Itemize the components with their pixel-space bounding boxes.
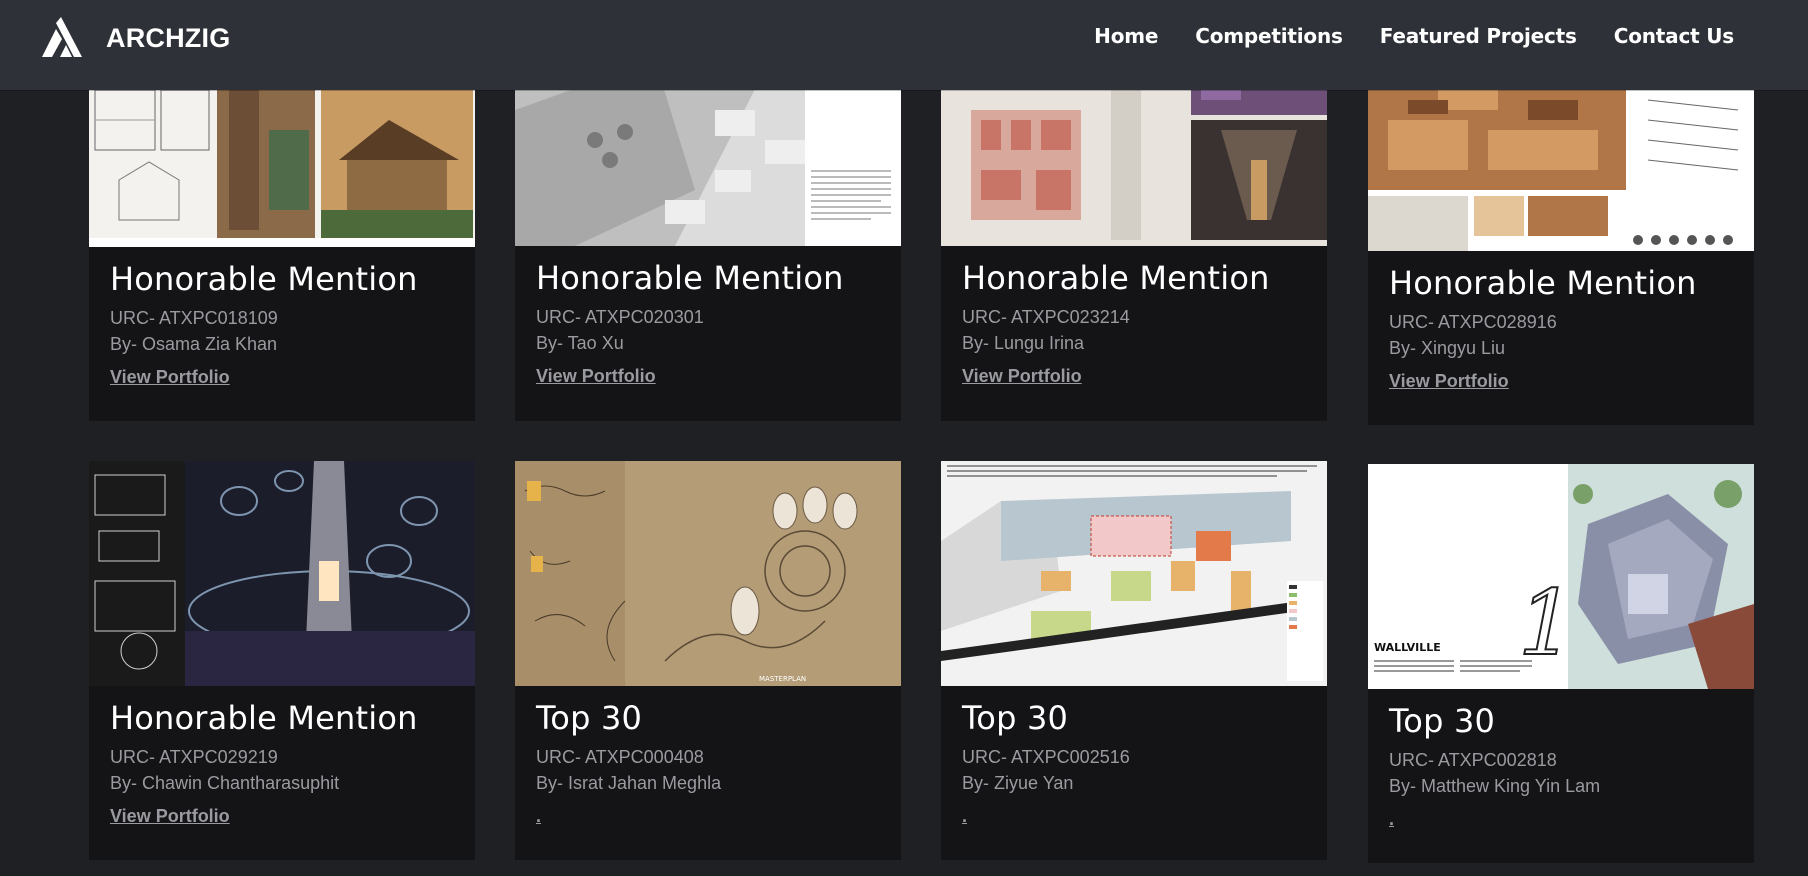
card-author: By- Ziyue Yan [962,773,1074,793]
project-thumbnail[interactable] [941,461,1327,686]
card-rank: Top 30 [1389,702,1496,740]
project-thumbnail[interactable]: MASTERPLAN [515,461,901,686]
view-portfolio-link[interactable]: View Portfolio [110,806,230,827]
project-card: Honorable Mention URC- ATXPC023214 By- L… [941,50,1327,421]
card-urc: URC- ATXPC000408 [536,747,704,767]
card-author: By- Xingyu Liu [1389,338,1506,358]
nav-home[interactable]: Home [1094,24,1158,48]
view-portfolio-link[interactable]: . [1389,809,1394,830]
card-rank: Honorable Mention [110,699,418,737]
card-rank: Honorable Mention [110,260,418,298]
wallville-title: WALLVILLE [1374,641,1441,654]
card-urc: URC- ATXPC023214 [962,307,1130,327]
card-author: By- Osama Zia Khan [110,334,278,354]
project-card: Honorable Mention URC- ATXPC029219 By- C… [89,461,475,860]
view-portfolio-link[interactable]: View Portfolio [1389,371,1509,392]
view-portfolio-link[interactable]: . [962,806,967,827]
project-thumbnail[interactable]: 1. WALLVILLE [1368,464,1754,689]
card-rank: Honorable Mention [962,259,1270,297]
project-thumbnail[interactable] [89,461,475,686]
card-urc: URC- ATXPC002818 [1389,750,1557,770]
card-author: By- Israt Jahan Meghla [536,773,722,793]
project-card: MASTERPLAN Top 30 URC- ATXPC000408 By- I… [515,461,901,860]
project-card: Honorable Mention URC- ATXPC020301 By- T… [515,50,901,421]
card-urc: URC- ATXPC029219 [110,747,278,767]
card-rank: Honorable Mention [536,259,844,297]
card-urc: URC- ATXPC028916 [1389,312,1557,332]
card-author: By- Lungu Irina [962,333,1085,353]
top-navbar: ARCHZIG Home Competitions Featured Proje… [0,0,1808,90]
view-portfolio-link[interactable]: View Portfolio [536,366,656,387]
card-rank: Top 30 [536,699,643,737]
project-card: 1. WALLVILLE Top 30 URC- ATXPC002818 By-… [1368,464,1754,863]
archzig-logo-icon [38,17,84,59]
card-author: By- Matthew King Yin Lam [1389,776,1601,796]
card-urc: URC- ATXPC002516 [962,747,1130,767]
project-card: Honorable Mention URC- ATXPC018109 By- O… [89,50,475,421]
main-nav: Home Competitions Featured Projects Cont… [1057,24,1734,48]
card-urc: URC- ATXPC020301 [536,307,704,327]
masterplan-caption: MASTERPLAN [759,675,806,683]
brand[interactable]: ARCHZIG [38,16,230,60]
view-portfolio-link[interactable]: View Portfolio [110,367,230,388]
card-author: By- Tao Xu [536,333,624,353]
card-rank: Top 30 [962,699,1069,737]
card-urc: URC- ATXPC018109 [110,308,278,328]
card-rank: Honorable Mention [1389,264,1697,302]
nav-contact-us[interactable]: Contact Us [1614,24,1734,48]
card-author: By- Chawin Chantharasuphit [110,773,340,793]
nav-featured-projects[interactable]: Featured Projects [1380,24,1577,48]
nav-competitions[interactable]: Competitions [1195,24,1343,48]
project-card: Top 30 URC- ATXPC002516 By- Ziyue Yan . [941,461,1327,860]
view-portfolio-link[interactable]: View Portfolio [962,366,1082,387]
brand-name: ARCHZIG [106,22,231,53]
view-portfolio-link[interactable]: . [536,806,541,827]
project-card: Honorable Mention URC- ATXPC028916 By- X… [1368,50,1754,425]
